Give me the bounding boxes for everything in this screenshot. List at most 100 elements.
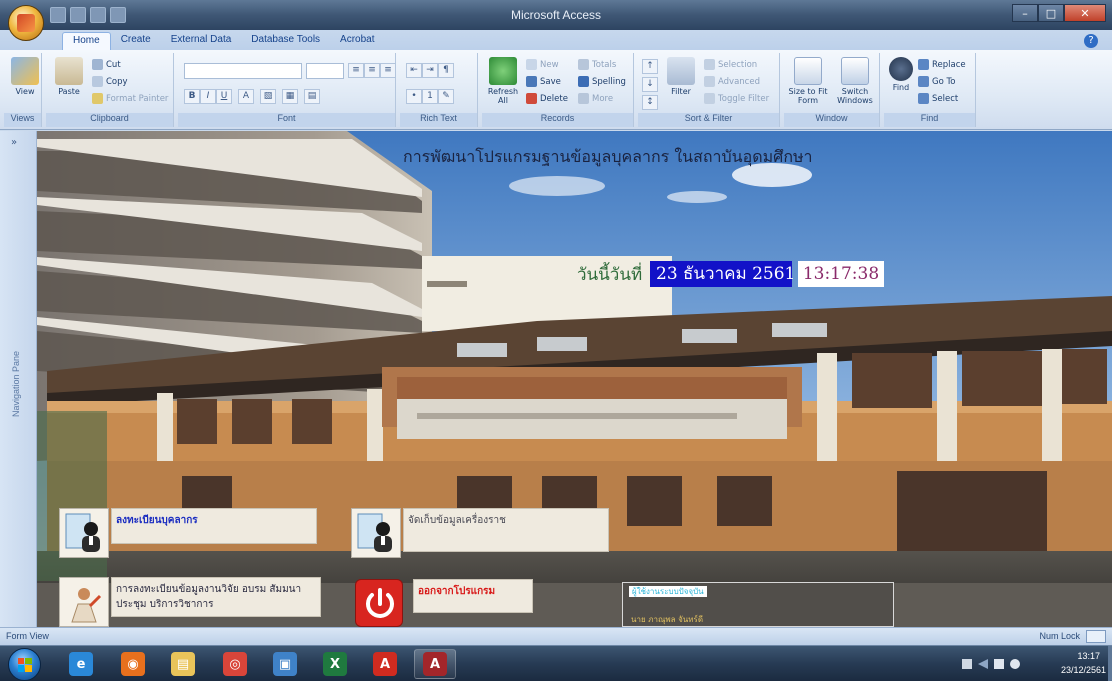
save-label: Save [540,76,561,87]
register-personnel-button[interactable]: ลงทะเบียนบุคลากร [59,508,317,558]
italic-button[interactable]: I [200,89,216,104]
group-label-records: Records [482,113,633,127]
more-label: More [592,93,614,104]
alternate-fill-button[interactable]: ▤ [304,89,320,104]
network-icon[interactable] [994,659,1004,669]
clear-sort-button[interactable]: ↕ [642,95,658,110]
tab-home[interactable]: Home [62,32,111,50]
excel-taskbar-button[interactable]: X [314,649,356,679]
group-window: Size to Fit Form Switch Windows Window [784,53,880,127]
cut-button[interactable]: Cut [92,57,121,72]
copy-button[interactable]: Copy [92,74,128,89]
numbering-button[interactable]: 1 [422,89,438,104]
help-icon[interactable]: ? [1084,34,1098,48]
access-icon: A [423,652,447,676]
text-direction-button[interactable]: ¶ [438,63,454,78]
access-taskbar-button[interactable]: A [414,649,456,679]
flag-tray-icon[interactable] [962,659,972,669]
remote-app-icon: ▣ [273,652,297,676]
group-font: ≡ ≡ ≡ B I U A ▧ ▦ ▤ Font [178,53,396,127]
view-label: View [15,87,35,96]
time-field: 13:17:38 [798,261,884,287]
remote-app-taskbar-button[interactable]: ▣ [264,649,306,679]
size-to-fit-form-button[interactable]: Size to Fit Form [786,57,830,109]
exit-program-button[interactable]: ออกจากโปรแกรม [355,579,533,627]
totals-button[interactable]: Totals [578,57,616,72]
start-button[interactable] [8,648,41,681]
gridlines-button[interactable]: ▦ [282,89,298,104]
font-size-combo[interactable] [306,63,344,79]
tab-acrobat[interactable]: Acrobat [330,32,384,50]
tab-external-data[interactable]: External Data [161,32,242,50]
save-record-icon [526,76,537,87]
acrobat-taskbar-button[interactable]: A [364,649,406,679]
bullets-button[interactable]: • [406,89,422,104]
maximize-button[interactable]: □ [1038,4,1064,22]
delete-label: Delete [540,93,568,104]
status-bar: Form View Num Lock [0,627,1112,645]
more-button[interactable]: More [578,91,613,106]
fill-color-button[interactable]: ▧ [260,89,276,104]
align-center-button[interactable]: ≡ [364,63,380,78]
ribbon-tabs: Home Create External Data Database Tools… [0,30,1112,50]
advanced-button[interactable]: Advanced [704,74,760,89]
navigation-pane[interactable]: » Navigation Pane [0,131,37,627]
paste-button[interactable]: Paste [50,57,88,109]
toggle-filter-button[interactable]: Toggle Filter [704,91,769,106]
select-button[interactable]: Select [918,91,958,106]
decorations-icon [351,508,401,558]
funnel-icon [667,57,695,85]
spelling-button[interactable]: Spelling [578,74,626,89]
volume-icon[interactable] [1010,659,1020,669]
decrease-indent-button[interactable]: ⇤ [406,63,422,78]
window-title: Microsoft Access [510,8,602,22]
firefox-taskbar-button[interactable]: ◉ [112,649,154,679]
show-hidden-icon[interactable] [978,659,988,669]
expand-nav-icon[interactable]: » [11,137,17,148]
increase-indent-button[interactable]: ⇥ [422,63,438,78]
switch-windows-label: Switch Windows [837,87,873,105]
close-button[interactable]: ✕ [1064,4,1106,22]
tab-database-tools[interactable]: Database Tools [241,32,330,50]
filter-button[interactable]: Filter [662,57,700,109]
royal-decorations-button[interactable]: จัดเก็บข้อมูลเครื่องราช [351,508,609,558]
highlight-button[interactable]: ✎ [438,89,454,104]
file-explorer-taskbar-button[interactable]: ▤ [162,649,204,679]
bold-button[interactable]: B [184,89,200,104]
research-register-button[interactable]: การลงทะเบียนข้อมูลงานวิจัย อบรม สัมมนา ป… [59,577,321,627]
new-record-button[interactable]: New [526,57,559,72]
internet-explorer-taskbar-button[interactable]: e [60,649,102,679]
underline-button[interactable]: U [216,89,232,104]
switch-windows-button[interactable]: Switch Windows [832,57,878,109]
font-color-button[interactable]: A [238,89,254,104]
clock-date[interactable]: 23/12/2561 [1061,665,1106,675]
align-right-button[interactable]: ≡ [380,63,396,78]
acrobat-icon: A [373,652,397,676]
fit-form-label: Size to Fit Form [788,87,828,105]
delete-record-button[interactable]: Delete [526,91,568,106]
find-button[interactable]: Find [886,57,916,109]
format-painter-button[interactable]: Format Painter [92,91,168,106]
show-desktop-button[interactable] [1108,646,1112,681]
office-button[interactable] [8,5,44,41]
tab-create[interactable]: Create [111,32,161,50]
save-record-button[interactable]: Save [526,74,561,89]
refresh-all-button[interactable]: Refresh All [484,57,522,109]
excel-icon: X [323,652,347,676]
advanced-icon [704,76,715,87]
status-num-lock: Num Lock [1039,631,1080,641]
replace-button[interactable]: Replace [918,57,966,72]
font-name-combo[interactable] [184,63,302,79]
selection-button[interactable]: Selection [704,57,757,72]
more-icon [578,93,589,104]
form-view-button[interactable] [1086,630,1106,643]
minimize-button[interactable]: – [1012,4,1038,22]
view-button[interactable]: View [6,57,44,109]
align-left-button[interactable]: ≡ [348,63,364,78]
sort-ascending-button[interactable]: ↑ [642,59,658,74]
group-label-sort-filter: Sort & Filter [638,113,779,127]
clock-time[interactable]: 13:17 [1077,651,1100,661]
sort-descending-button[interactable]: ↓ [642,77,658,92]
chrome-taskbar-button[interactable]: ◎ [214,649,256,679]
goto-button[interactable]: Go To [918,74,955,89]
